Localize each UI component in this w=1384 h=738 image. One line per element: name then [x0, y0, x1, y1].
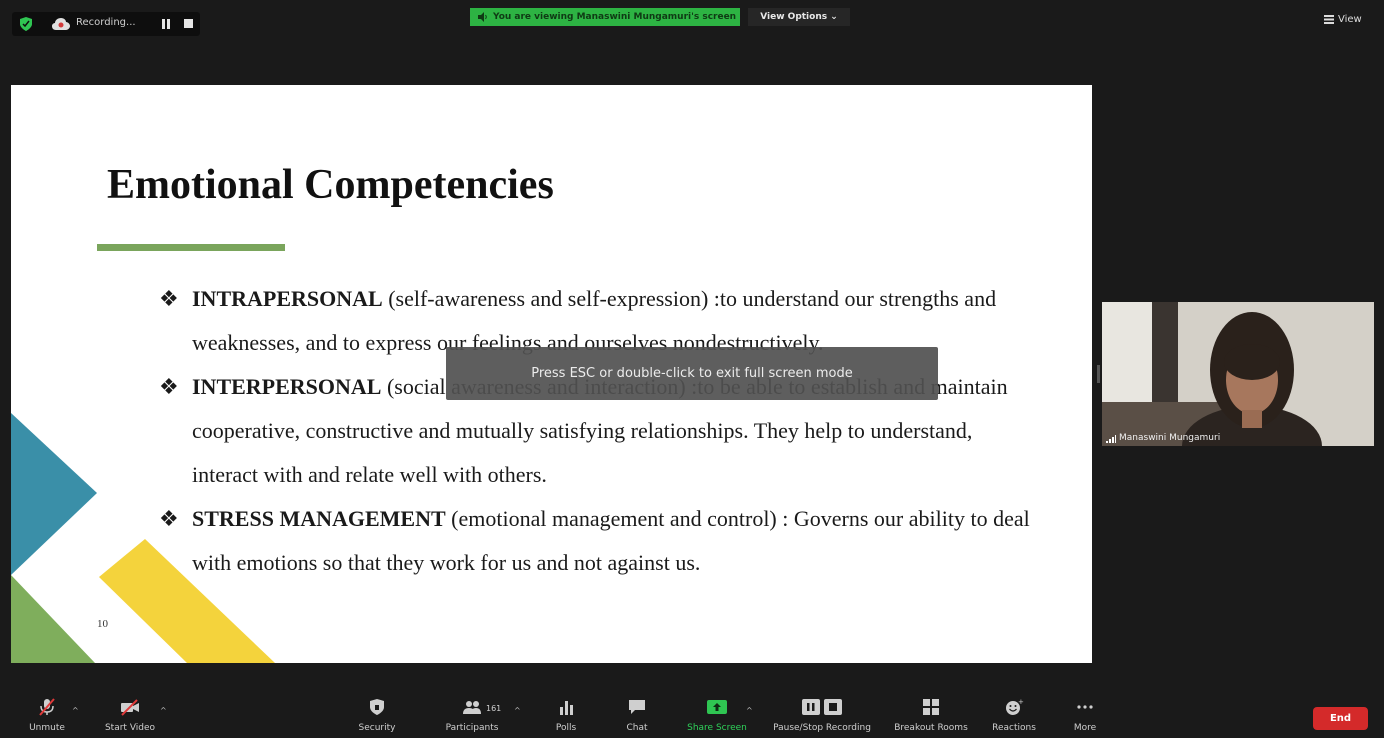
bullet-heading: INTRAPERSONAL: [192, 286, 383, 311]
breakout-rooms-button[interactable]: Breakout Rooms: [888, 698, 974, 736]
fullscreen-exit-toast: Press ESC or double-click to exit full s…: [446, 347, 938, 400]
end-meeting-button[interactable]: End: [1313, 707, 1368, 730]
bullet-heading: INTERPERSONAL: [192, 374, 382, 399]
microphone-muted-icon: [39, 698, 55, 716]
participant-video-tile[interactable]: Manaswini Mungamuri: [1102, 302, 1374, 446]
pause-stop-recording-button[interactable]: Pause/Stop Recording: [766, 698, 878, 736]
bullet-marker: ❖: [159, 506, 179, 531]
slide-bullet-list: ❖ INTRAPERSONAL (self-awareness and self…: [159, 277, 1039, 585]
pause-stop-recording-icon: [802, 699, 842, 715]
stop-recording-icon[interactable]: [184, 19, 193, 28]
view-label: View: [1338, 14, 1362, 25]
title-underline: [97, 244, 285, 251]
bullet-heading: STRESS MANAGEMENT: [192, 506, 446, 531]
more-options-icon: [1077, 705, 1093, 709]
recording-label: Recording...: [76, 17, 136, 28]
chat-icon: [629, 700, 645, 714]
video-camera-off-icon: [121, 699, 139, 716]
slide-title: Emotional Competencies: [107, 162, 554, 208]
pause-recording-icon[interactable]: [160, 18, 172, 30]
grid-view-icon: [1324, 15, 1334, 24]
security-label: Security: [358, 723, 396, 733]
share-screen-icon: [707, 700, 727, 714]
breakout-rooms-label: Breakout Rooms: [894, 723, 968, 733]
reactions-label: Reactions: [992, 723, 1036, 733]
participant-name: Manaswini Mungamuri: [1119, 433, 1221, 443]
chat-button[interactable]: Chat: [617, 698, 657, 736]
participant-video-feed: [1102, 302, 1374, 446]
viewing-screen-banner: You are viewing Manaswini Mungamuri's sc…: [470, 8, 740, 26]
reactions-button[interactable]: + Reactions: [987, 698, 1041, 736]
speaker-icon: [478, 12, 487, 22]
meeting-toolbar: Unmute ^ Start Video ^ Security Particip…: [0, 690, 1384, 738]
slide-page-number: 10: [97, 618, 108, 630]
more-label: More: [1073, 723, 1097, 733]
video-options-chevron-icon[interactable]: ^: [160, 706, 167, 715]
polls-label: Polls: [555, 723, 577, 733]
more-button[interactable]: More: [1064, 698, 1106, 736]
view-options-button[interactable]: View Options ⌄: [748, 8, 850, 26]
security-button[interactable]: Security: [352, 698, 402, 736]
polls-icon: [560, 701, 573, 715]
start-video-label: Start Video: [104, 723, 156, 733]
polls-button[interactable]: Polls: [546, 698, 586, 736]
bullet-marker: ❖: [159, 286, 179, 311]
participant-name-label: Manaswini Mungamuri: [1106, 433, 1220, 443]
reactions-icon: +: [1006, 698, 1024, 715]
unmute-button[interactable]: Unmute: [23, 698, 71, 736]
participants-count: 161: [486, 704, 502, 713]
start-video-button[interactable]: Start Video: [100, 698, 160, 736]
unmute-label: Unmute: [29, 723, 65, 733]
breakout-rooms-icon: [923, 699, 939, 715]
participants-label: Participants: [445, 723, 499, 733]
share-options-chevron-icon[interactable]: ^: [746, 706, 753, 715]
top-bar: Recording... You are viewing Manaswini M…: [0, 0, 1384, 78]
pause-stop-recording-label: Pause/Stop Recording: [773, 723, 871, 733]
participants-icon: [463, 701, 481, 714]
audio-options-chevron-icon[interactable]: ^: [72, 706, 79, 715]
shield-icon: [370, 699, 384, 715]
participants-options-chevron-icon[interactable]: ^: [514, 706, 521, 715]
chat-label: Chat: [626, 723, 648, 733]
signal-strength-icon: [1106, 435, 1116, 443]
cloud-recording-icon: [52, 18, 70, 30]
svg-text:+: +: [1018, 698, 1024, 706]
bullet-marker: ❖: [159, 374, 179, 399]
panel-resize-handle[interactable]: [1097, 365, 1100, 383]
viewing-banner-text: You are viewing Manaswini Mungamuri's sc…: [493, 12, 737, 22]
view-button[interactable]: View: [1324, 14, 1362, 25]
bullet-stress-management: ❖ STRESS MANAGEMENT (emotional managemen…: [159, 497, 1039, 585]
shield-icon[interactable]: [20, 17, 32, 31]
recording-indicator: Recording...: [12, 12, 200, 36]
share-screen-button[interactable]: Share Screen: [682, 698, 752, 736]
share-screen-label: Share Screen: [687, 723, 747, 733]
